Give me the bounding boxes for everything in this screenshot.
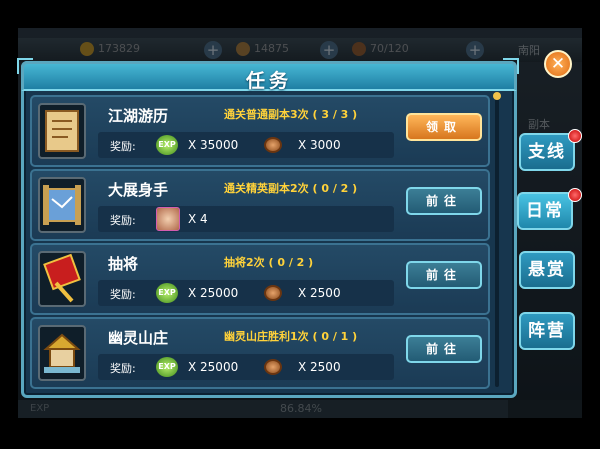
hero-portrait-icon (156, 207, 180, 231)
task-name: 江湖游历 (108, 107, 169, 125)
map-scroll-icon (38, 177, 86, 233)
scrollbar[interactable] (495, 97, 499, 387)
copper-coin-icon (264, 359, 282, 375)
reward-bar: 奖励: EXP X 25000 X 2500 (98, 280, 394, 306)
exp-icon: EXP (156, 135, 178, 155)
command-token-icon (38, 251, 86, 307)
reward-label: 奖励: (110, 140, 136, 153)
reward-label: 奖励: (110, 362, 136, 375)
task-objective: 通关普通副本3次 ( 3 / 3 ) (224, 108, 358, 121)
reward-amount: X 2500 (298, 360, 341, 374)
tab-branch[interactable]: 支线 (519, 133, 575, 171)
mansion-icon (38, 325, 86, 381)
task-objective: 幽灵山庄胜利1次 ( 0 / 1 ) (224, 330, 358, 343)
reward-bar: 奖励: EXP X 25000 X 2500 (98, 354, 394, 380)
notification-badge (568, 129, 582, 143)
reward-amount: X 3000 (298, 138, 341, 152)
go-button[interactable]: 前往 (406, 187, 482, 215)
exp-icon: EXP (156, 357, 178, 377)
task-objective: 抽将2次 ( 0 / 2 ) (224, 256, 314, 269)
task-name: 大展身手 (108, 181, 169, 199)
reward-amount: X 25000 (188, 360, 239, 374)
reward-label: 奖励: (110, 288, 136, 301)
close-button[interactable]: ✕ (544, 50, 572, 78)
claim-button[interactable]: 领取 (406, 113, 482, 141)
close-x-icon: ✕ (550, 54, 566, 74)
frame-corner (17, 58, 33, 74)
scrollbar-thumb[interactable] (493, 92, 501, 100)
copper-coin-icon (264, 137, 282, 153)
copper-coin-icon (264, 285, 282, 301)
task-window-title-bar: 任务 (21, 61, 517, 92)
task-row: 江湖游历 通关普通副本3次 ( 3 / 3 ) 奖励: EXP X 35000 … (30, 95, 490, 167)
reward-label: 奖励: (110, 214, 136, 227)
go-button[interactable]: 前往 (406, 261, 482, 289)
reward-bar: 奖励: X 4 (98, 206, 394, 232)
frame-corner (503, 58, 519, 74)
reward-amount: X 25000 (188, 286, 239, 300)
task-objective: 通关精英副本2次 ( 0 / 2 ) (224, 182, 358, 195)
reward-amount: X 2500 (298, 286, 341, 300)
task-row: 抽将 抽将2次 ( 0 / 2 ) 奖励: EXP X 25000 X 2500… (30, 243, 490, 315)
exp-icon: EXP (156, 283, 178, 303)
reward-amount: X 4 (188, 212, 208, 226)
scroll-icon (38, 103, 86, 159)
task-list: 江湖游历 通关普通副本3次 ( 3 / 3 ) 奖励: EXP X 35000 … (30, 95, 490, 390)
task-name: 抽将 (108, 255, 139, 273)
reward-bar: 奖励: EXP X 35000 X 3000 (98, 132, 394, 158)
go-button[interactable]: 前往 (406, 335, 482, 363)
tab-bounty[interactable]: 悬赏 (519, 251, 575, 289)
task-name: 幽灵山庄 (108, 329, 169, 347)
task-row: 幽灵山庄 幽灵山庄胜利1次 ( 0 / 1 ) 奖励: EXP X 25000 … (30, 317, 490, 389)
reward-amount: X 35000 (188, 138, 239, 152)
tab-daily[interactable]: 日常 (517, 192, 573, 230)
task-row: 大展身手 通关精英副本2次 ( 0 / 2 ) 奖励: X 4 前往 (30, 169, 490, 241)
page-title: 任务 (245, 70, 292, 92)
tab-camp[interactable]: 阵营 (519, 312, 575, 350)
notification-badge (568, 188, 582, 202)
